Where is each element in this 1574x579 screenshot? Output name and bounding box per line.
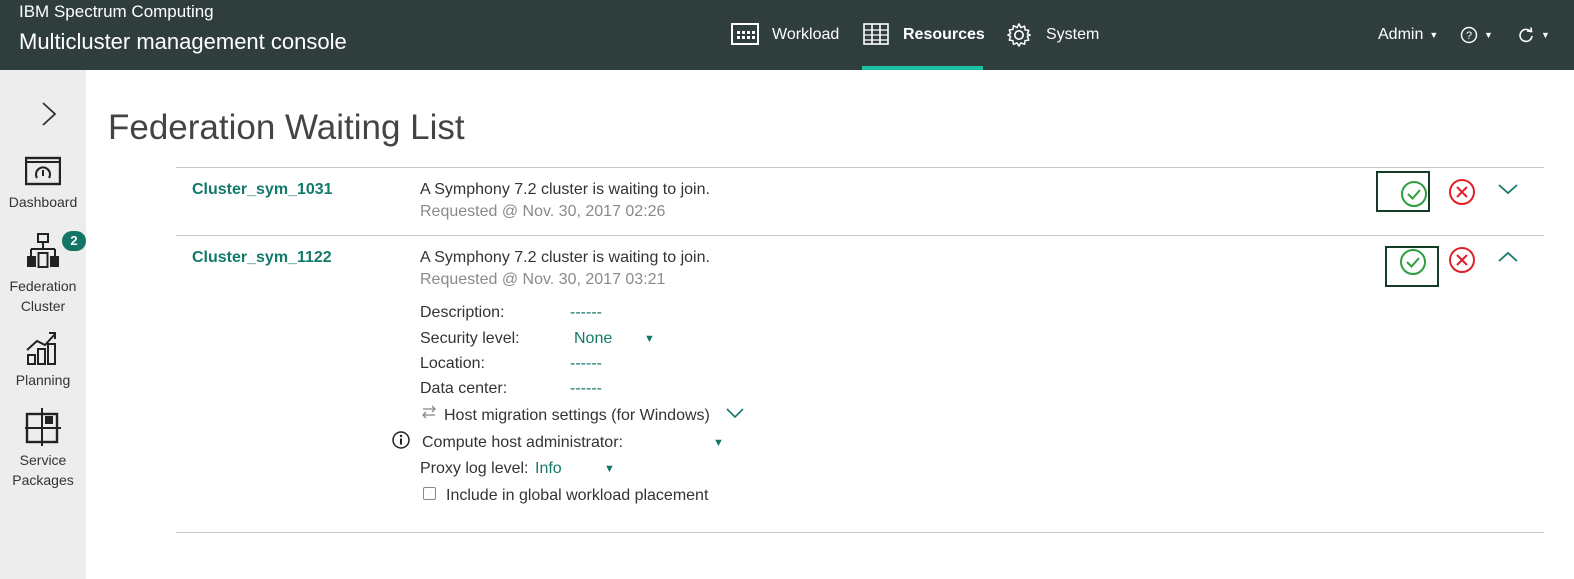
swap-arrows-icon (422, 405, 436, 419)
cluster-name-link[interactable]: Cluster_sym_1122 (192, 249, 332, 267)
sidebar-item-label: Dashboard (8, 194, 78, 210)
nav-tab-system[interactable]: System (1005, 0, 1099, 70)
help-circle-icon: ? (1460, 26, 1478, 44)
dashboard-icon (25, 156, 61, 186)
page-title: Federation Waiting List (108, 108, 465, 147)
sidebar-item-dashboard[interactable]: Dashboard (0, 156, 86, 212)
divider (176, 167, 1544, 168)
gear-icon (1007, 23, 1031, 47)
divider (176, 532, 1544, 533)
sidebar-item-label: Packages (12, 472, 74, 488)
reject-circle-icon[interactable] (1448, 246, 1476, 274)
workload-icon (731, 23, 759, 45)
global-placement-label[interactable]: Include in global workload placement (446, 487, 708, 505)
user-menu-label: Admin (1378, 26, 1424, 43)
info-icon[interactable] (392, 431, 410, 449)
help-menu[interactable]: ? ▼ (1460, 0, 1493, 70)
chevron-down-icon[interactable] (1497, 182, 1519, 196)
proxy-log-level-value: Info (535, 460, 562, 477)
caret-down-icon: ▼ (1484, 30, 1493, 40)
federation-cluster-icon (27, 233, 59, 268)
cluster-message: A Symphony 7.2 cluster is waiting to joi… (420, 181, 710, 198)
nav-tab-system-label: System (1046, 26, 1100, 43)
chevron-down-icon (726, 408, 744, 419)
brand-product-name: IBM Spectrum Computing (19, 2, 214, 21)
description-label: Description: (420, 304, 505, 321)
check-circle-icon (1400, 249, 1426, 275)
chevron-right-icon[interactable] (38, 100, 60, 128)
refresh-icon (1519, 27, 1533, 43)
compute-host-admin-label: Compute host administrator: (422, 434, 623, 451)
sidebar-item-label: Federation (9, 278, 77, 294)
cluster-requested-time: Requested @ Nov. 30, 2017 03:21 (420, 271, 666, 288)
chevron-up-icon[interactable] (1497, 250, 1519, 264)
check-circle-icon (1401, 181, 1427, 207)
global-placement-checkbox[interactable] (423, 487, 436, 500)
notification-badge: 2 (62, 231, 86, 251)
brand-console-title: Multicluster management console (19, 29, 347, 54)
user-menu[interactable]: Admin ▼ (1378, 0, 1438, 70)
nav-tab-resources-label: Resources (903, 26, 985, 43)
accept-button[interactable] (1376, 171, 1430, 212)
planning-chart-icon (26, 332, 56, 365)
nav-tab-resources[interactable]: Resources (862, 0, 985, 70)
header-bar: IBM Spectrum Computing Multicluster mana… (0, 0, 1574, 70)
caret-down-icon: ▼ (644, 333, 655, 345)
location-label: Location: (420, 355, 485, 372)
host-migration-label: Host migration settings (for Windows) (444, 407, 710, 424)
data-center-label: Data center: (420, 380, 508, 397)
service-packages-icon (25, 408, 61, 446)
active-tab-indicator (862, 66, 983, 70)
caret-down-icon: ▼ (713, 437, 724, 449)
divider (176, 235, 1544, 236)
caret-down-icon: ▼ (1429, 30, 1439, 40)
nav-tab-workload-label: Workload (772, 26, 840, 43)
data-center-value[interactable]: ------ (570, 380, 602, 398)
description-value[interactable]: ------ (570, 304, 602, 322)
location-value[interactable]: ------ (570, 355, 602, 373)
sidebar-item-planning[interactable]: Planning (0, 330, 86, 390)
nav-tab-workload[interactable]: Workload (731, 0, 839, 70)
cluster-name-link[interactable]: Cluster_sym_1031 (192, 181, 333, 199)
refresh-menu[interactable]: ▼ (1517, 0, 1550, 70)
sidebar-item-label: Cluster (20, 298, 66, 314)
security-level-label: Security level: (420, 330, 520, 347)
cluster-requested-time: Requested @ Nov. 30, 2017 02:26 (420, 203, 666, 220)
sidebar-item-label: Planning (15, 372, 71, 388)
sidebar-item-service-packages[interactable]: Service Packages (0, 408, 86, 490)
caret-down-icon: ▼ (1541, 30, 1550, 40)
caret-down-icon: ▼ (604, 463, 615, 475)
resources-icon (863, 23, 889, 45)
svg-text:?: ? (1466, 30, 1472, 42)
reject-circle-icon[interactable] (1448, 178, 1476, 206)
security-level-value: None (574, 330, 613, 347)
proxy-log-level-label: Proxy log level: (420, 460, 529, 477)
accept-button[interactable] (1385, 246, 1439, 287)
sidebar: Dashboard Federation Cluster 2 Planning (0, 70, 86, 579)
cluster-message: A Symphony 7.2 cluster is waiting to joi… (420, 249, 710, 266)
sidebar-item-label: Service (19, 452, 67, 468)
